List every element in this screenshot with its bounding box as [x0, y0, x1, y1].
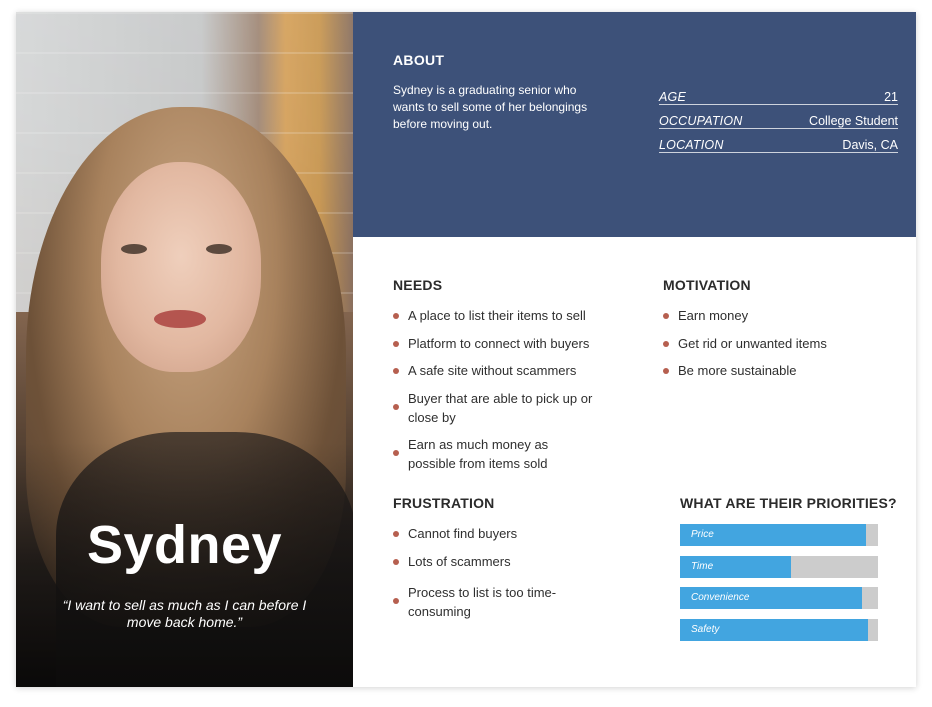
list-item: Lots of scammers: [393, 552, 593, 571]
priority-label: Time: [691, 560, 714, 572]
fact-row-occupation: OCCUPATION College Student: [659, 106, 898, 129]
photo-face: [101, 162, 261, 372]
list-item-text: Process to list is too time-consuming: [408, 585, 557, 619]
persona-photo: Sydney “I want to sell as much as I can …: [16, 12, 353, 687]
bullet-dot: [393, 403, 399, 410]
priorities-chart: Price Time Convenience Safety: [680, 524, 878, 650]
bullet-dot: [393, 598, 399, 604]
photo-eye-right: [206, 244, 232, 254]
bullet-dot: [663, 368, 669, 374]
list-item: Get rid or unwanted items: [663, 334, 893, 353]
fact-value: College Student: [809, 114, 898, 128]
list-item-text: Cannot find buyers: [408, 526, 518, 541]
needs-heading: NEEDS: [393, 277, 443, 293]
priority-label: Convenience: [691, 592, 750, 603]
list-item: A place to list their items to sell: [393, 306, 618, 325]
about-text: Sydney is a graduating senior who wants …: [393, 83, 588, 131]
persona-name: Sydney: [86, 515, 283, 575]
list-item: Earn as much money as possible from item…: [393, 435, 583, 473]
fact-value: 21: [884, 90, 898, 104]
fact-label: LOCATION: [659, 138, 724, 152]
list-item-text: Get rid or unwanted items: [678, 335, 827, 351]
motivation-list: Earn money Get rid or unwanted items Be …: [663, 306, 893, 380]
bullet-dot: [663, 340, 669, 347]
list-item-text: Platform to connect with buyers: [408, 335, 590, 351]
list-item-text: A place to list their items to sell: [408, 308, 586, 323]
needs-list: A place to list their items to sell Plat…: [393, 306, 618, 473]
photo-lips: [154, 310, 206, 328]
list-item-text: Be more sustainable: [678, 363, 797, 378]
persona-quote: “I want to sell as much as I can before …: [62, 597, 307, 630]
fact-label: AGE: [659, 90, 686, 104]
about-heading: ABOUT: [393, 52, 445, 68]
bullet-dot: [393, 531, 399, 537]
list-item-text: A safe site without scammers: [408, 363, 577, 378]
bullet-dot: [393, 558, 399, 565]
bullet-dot: [393, 313, 399, 319]
fact-value: Davis, CA: [842, 138, 898, 152]
list-item-text: Earn money: [678, 308, 749, 323]
priority-label: Price: [691, 529, 714, 540]
bullet-dot: [393, 450, 399, 456]
priority-label: Safety: [691, 623, 720, 635]
priority-bar-convenience: Convenience: [680, 587, 878, 609]
fact-row-age: AGE 21: [659, 82, 898, 105]
about-facts: AGE 21 OCCUPATION College Student LOCATI…: [659, 82, 898, 154]
priorities-heading: WHAT ARE THEIR PRIORITIES?: [680, 495, 897, 511]
motivation-heading: MOTIVATION: [663, 277, 751, 293]
priority-bar-time: Time: [680, 555, 878, 578]
list-item-text: Lots of scammers: [408, 553, 511, 569]
list-item-text: Earn as much money as possible from item…: [408, 437, 549, 471]
fact-label: OCCUPATION: [659, 114, 743, 128]
priority-bar-price: Price: [680, 524, 878, 546]
list-item: A safe site without scammers: [393, 361, 618, 380]
photo-eye-left: [121, 244, 147, 254]
frustration-heading: FRUSTRATION: [393, 495, 495, 511]
about-panel: ABOUT Sydney is a graduating senior who …: [353, 12, 916, 237]
bullet-dot: [663, 313, 669, 319]
list-item: Be more sustainable: [663, 361, 893, 380]
list-item: Platform to connect with buyers: [393, 334, 618, 353]
bullet-dot: [393, 340, 399, 347]
bullet-dot: [393, 368, 399, 374]
list-item: Buyer that are able to pick up or close …: [393, 389, 613, 427]
list-item-text: Buyer that are able to pick up or close …: [408, 390, 593, 425]
list-item: Earn money: [663, 306, 893, 325]
frustration-list: Cannot find buyers Lots of scammers Proc…: [393, 524, 593, 621]
list-item: Cannot find buyers: [393, 524, 593, 543]
priority-bar-safety: Safety: [680, 618, 878, 641]
fact-row-location: LOCATION Davis, CA: [659, 130, 898, 153]
list-item: Process to list is too time-consuming: [393, 583, 593, 621]
